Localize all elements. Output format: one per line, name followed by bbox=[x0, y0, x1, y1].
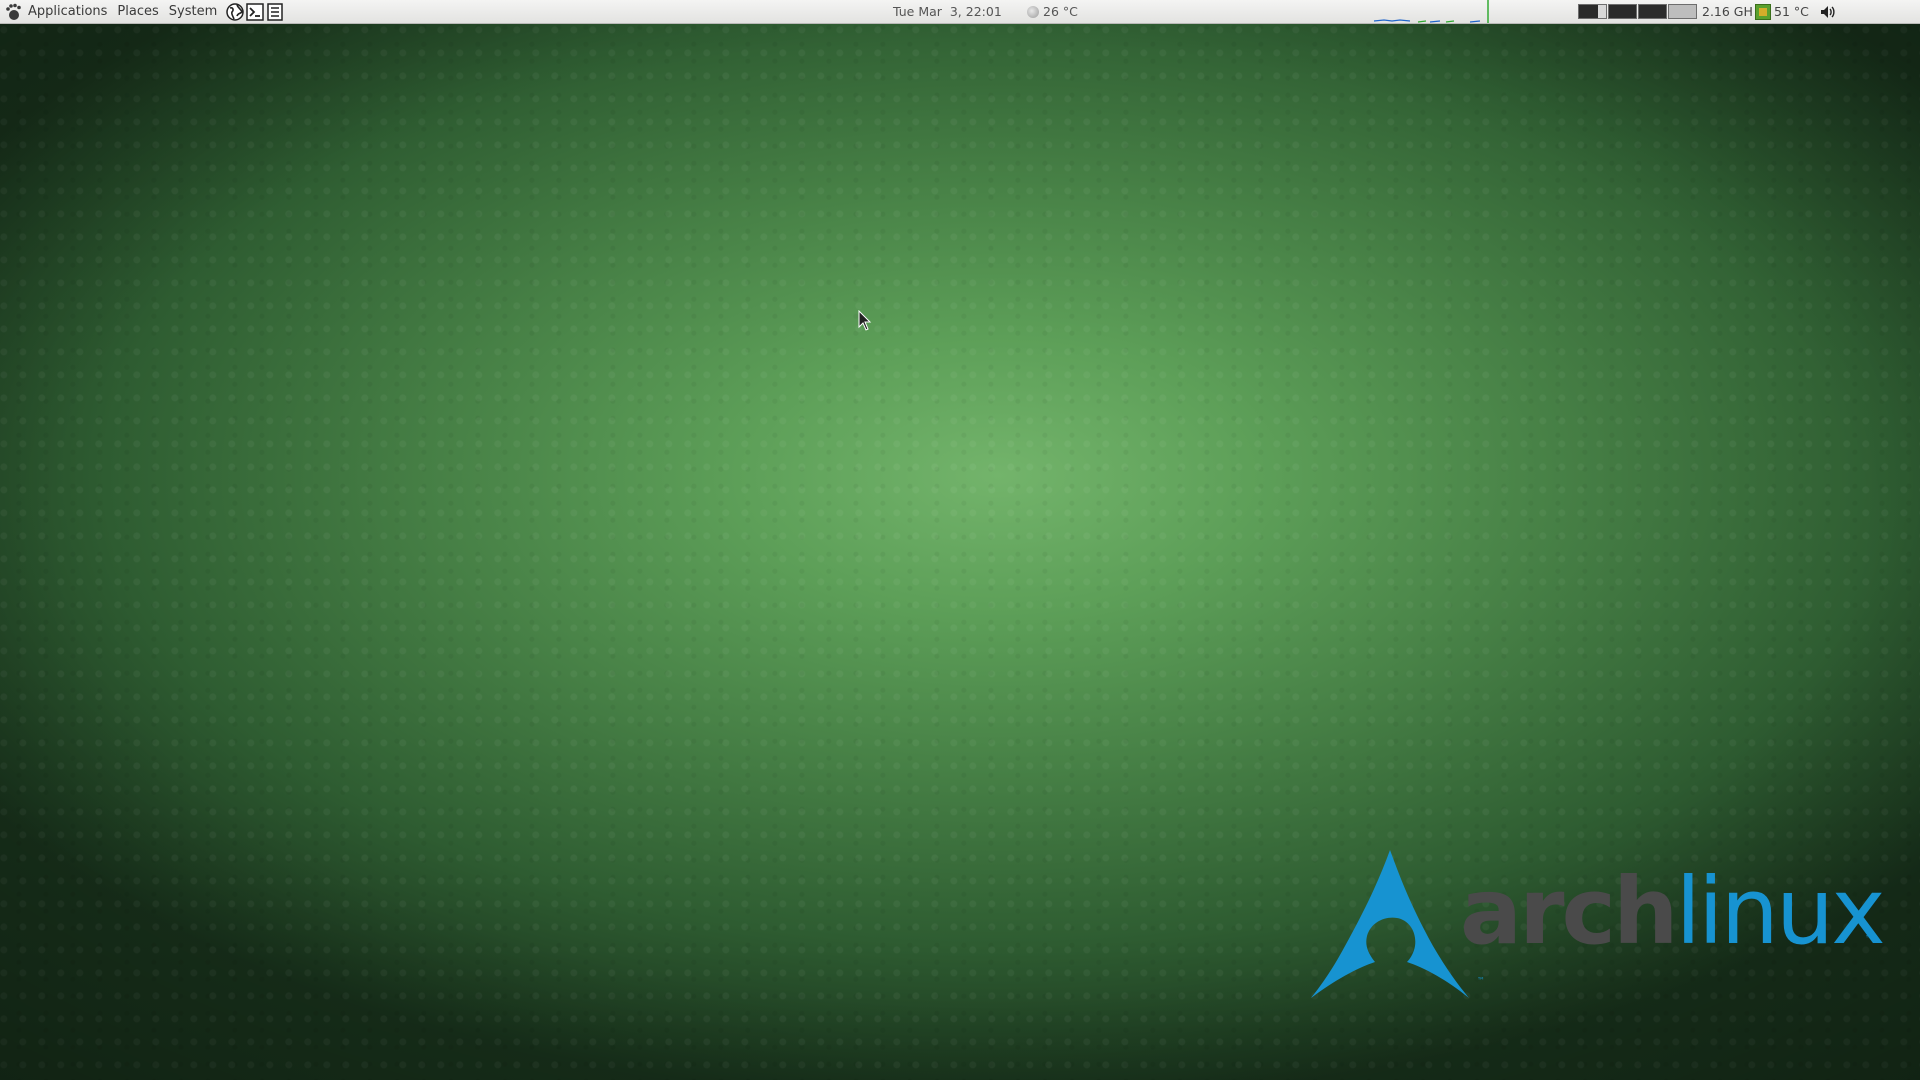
mouse-pointer-icon bbox=[858, 310, 872, 331]
workspace-4[interactable] bbox=[1668, 4, 1697, 19]
trademark-mark: ™ bbox=[1477, 976, 1485, 985]
arch-linux-logo: archlinux ™ ™ bbox=[1305, 848, 1886, 1008]
arch-word: arch bbox=[1460, 858, 1678, 965]
foot-logo-icon[interactable] bbox=[4, 2, 24, 22]
system-menu[interactable]: System bbox=[165, 4, 221, 19]
weather-applet[interactable]: 26 °C bbox=[1027, 0, 1078, 23]
places-menu[interactable]: Places bbox=[113, 4, 162, 19]
main-menu: Applications Places System bbox=[4, 0, 285, 23]
speaker-volume-icon bbox=[1818, 2, 1838, 22]
applications-menu[interactable]: Applications bbox=[24, 4, 111, 19]
trademark-mark-word: ™ bbox=[1865, 934, 1873, 943]
workspace-switcher bbox=[1578, 0, 1698, 23]
linux-word: linux bbox=[1675, 858, 1885, 965]
cpu-temperature-monitor[interactable]: 51 °C bbox=[1755, 0, 1809, 23]
network-monitor-graph[interactable] bbox=[1370, 0, 1490, 23]
arch-linux-wordmark: archlinux bbox=[1460, 866, 1886, 958]
workspace-2[interactable] bbox=[1608, 4, 1637, 19]
cpu-temperature-value: 51 °C bbox=[1774, 4, 1809, 19]
workspace-3[interactable] bbox=[1638, 4, 1667, 19]
clock[interactable]: Tue Mar 3, 22:01 bbox=[893, 0, 1002, 23]
arch-triangle-icon bbox=[1311, 850, 1469, 998]
cpu-chip-icon bbox=[1755, 3, 1771, 20]
text-editor-icon[interactable] bbox=[265, 2, 285, 22]
volume-control[interactable] bbox=[1818, 0, 1838, 23]
terminal-icon[interactable] bbox=[245, 2, 265, 22]
web-browser-icon[interactable] bbox=[225, 2, 245, 22]
workspace-1[interactable] bbox=[1578, 4, 1607, 19]
desktop[interactable]: archlinux ™ ™ bbox=[0, 0, 1920, 1080]
cpu-frequency-monitor[interactable]: 2.16 GH bbox=[1702, 0, 1753, 23]
weather-cloud-icon bbox=[1027, 5, 1039, 18]
weather-temperature: 26 °C bbox=[1043, 4, 1078, 19]
top-panel: Applications Places System Tue Mar 3, 22… bbox=[0, 0, 1920, 24]
